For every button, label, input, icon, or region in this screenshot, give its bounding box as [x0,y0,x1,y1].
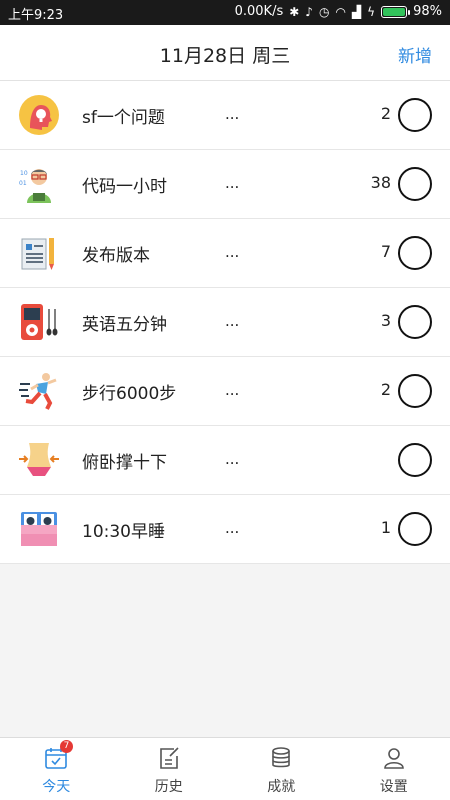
task-name: 10:30早睡 [82,522,165,542]
task-count: 2 [380,380,391,399]
coins-stack-icon [272,747,291,768]
programmer-icon: 10 01 [19,169,51,203]
more-indicator: ... [225,312,240,330]
task-row[interactable]: 英语五分钟 ... 3 [0,288,450,357]
tab-today[interactable]: 7 今天 [0,738,113,800]
signal-icon: ▟ [351,4,362,19]
task-name: 俯卧撑十下 [82,453,167,473]
tab-label: 成就 [267,779,296,795]
task-count: 1 [380,518,391,537]
svg-text:10: 10 [20,170,28,177]
tab-history[interactable]: 历史 [113,738,226,800]
complete-checkbox[interactable] [398,305,432,339]
task-count: 38 [370,173,391,192]
add-button[interactable]: 新增 [398,42,432,67]
task-row[interactable]: 发布版本 ... 7 [0,219,450,288]
network-speed: 0.00K/s [234,4,284,19]
complete-checkbox[interactable] [398,512,432,546]
bluetooth-icon: ✱ [289,4,300,19]
task-name: 步行6000步 [82,384,177,404]
date-title: 11月28日 周三 [159,45,291,67]
more-indicator: ... [225,381,240,399]
waist-icon [19,443,59,476]
task-row[interactable]: 俯卧撑十下 ... [0,426,450,495]
task-row[interactable]: 10 01 代码一小时 ... 38 [0,150,450,219]
wifi-icon: ◠ [335,4,346,19]
person-icon [383,748,404,769]
complete-checkbox[interactable] [398,98,432,132]
task-row[interactable]: 步行6000步 ... 2 [0,357,450,426]
notification-badge: 7 [60,740,73,753]
task-name: sf一个问题 [82,108,165,128]
tab-label: 今天 [42,779,71,795]
tab-achievements[interactable]: 成就 [225,738,338,800]
task-count: 2 [380,104,391,123]
task-row[interactable]: sf一个问题 ... 2 [0,81,450,150]
bed-icon [21,512,57,546]
task-count: 3 [380,311,391,330]
bottom-tab-bar: 7 今天 历史 成就 设置 [0,737,450,800]
battery-icon [381,5,411,18]
app-header: 11月28日 周三 新增 [0,25,450,81]
svg-text:01: 01 [19,180,27,187]
charging-icon: ϟ [367,4,376,19]
lightbulb-head-icon [19,95,59,135]
tab-settings[interactable]: 设置 [338,738,450,800]
complete-checkbox[interactable] [398,236,432,270]
runner-icon [19,373,57,410]
alarm-icon: ◷ [318,4,330,19]
more-indicator: ... [225,450,240,468]
task-name: 英语五分钟 [82,315,167,335]
more-indicator: ... [225,174,240,192]
tab-label: 历史 [154,779,183,795]
more-indicator: ... [225,105,240,123]
complete-checkbox[interactable] [398,167,432,201]
task-list: sf一个问题 ... 2 10 01 代码一小时 ... 38 发布版本 ...… [0,81,450,564]
status-time: 上午9:23 [8,8,64,23]
task-count: 7 [380,242,391,261]
task-name: 代码一小时 [82,177,167,197]
complete-checkbox[interactable] [398,374,432,408]
more-indicator: ... [225,243,240,261]
battery-percent: 98% [413,4,442,19]
status-bar: 上午9:23 0.00K/s ✱ ♪ ◷ ◠ ▟ ϟ 98% [0,0,450,25]
mute-icon: ♪ [305,4,313,19]
music-player-icon [21,304,58,340]
tab-label: 设置 [379,779,408,795]
battery-fill [383,7,405,16]
document-pencil-icon [21,238,54,270]
more-indicator: ... [225,519,240,537]
task-row[interactable]: 10:30早睡 ... 1 [0,495,450,564]
status-icons: 0.00K/s ✱ ♪ ◷ ◠ ▟ ϟ 98% [235,4,442,19]
complete-checkbox[interactable] [398,443,432,477]
task-name: 发布版本 [82,246,150,266]
edit-note-icon [159,747,179,769]
